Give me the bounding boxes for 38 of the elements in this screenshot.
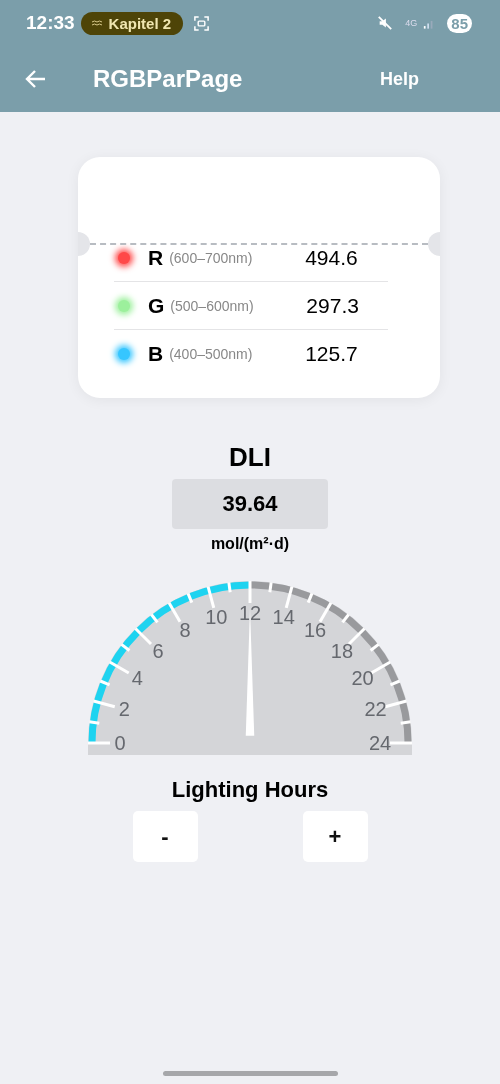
scale-label: 6 — [152, 640, 164, 663]
wavelength-range: (500–600nm) — [170, 297, 255, 314]
channel-letter: B — [148, 341, 164, 366]
scale-label: 24 — [368, 732, 392, 754]
scale-label: 10 — [205, 606, 228, 629]
scale-label: 14 — [272, 606, 295, 629]
scale-label: 22 — [364, 698, 387, 721]
scale-label: 16 — [303, 619, 327, 642]
card-notch — [78, 232, 90, 256]
status-time: 12:33 — [26, 12, 75, 34]
dli-unit: mol/(m²·d) — [210, 535, 290, 553]
dli-value: 39.64 — [172, 479, 328, 529]
wavelength-range: (400–500nm) — [169, 345, 254, 362]
channel-value: 125.7 — [305, 341, 358, 366]
scale-label: 4 — [131, 667, 143, 689]
wavelength-range: (600–700nm) — [169, 249, 254, 266]
channel-letter: R — [148, 245, 164, 270]
media-pill[interactable]: Kapitel 2 — [80, 11, 184, 35]
book-icon — [90, 19, 103, 27]
page-title: RGBParPage — [93, 65, 244, 93]
channel-value: 494.6 — [305, 245, 358, 270]
screenshot-icon — [193, 14, 211, 32]
battery-level: 85 — [447, 13, 472, 33]
scale-label: 2 — [118, 698, 130, 721]
mute-icon — [377, 15, 394, 31]
scale-label: 12 — [238, 602, 262, 624]
network-label: 4G — [405, 18, 418, 28]
scale-label: 20 — [351, 667, 374, 689]
step-button[interactable]: + — [302, 811, 368, 862]
scale-label: 0 — [114, 732, 126, 754]
channel-letter: G — [148, 293, 165, 318]
scale-label: 8 — [179, 619, 191, 642]
channel-value: 297.3 — [306, 293, 359, 318]
dli-title: DLI — [229, 442, 271, 473]
card-notch — [428, 232, 440, 256]
lighting-hours-label: Lighting Hours — [171, 777, 329, 803]
step-button[interactable]: - — [132, 811, 198, 862]
scale-label: 18 — [330, 640, 354, 663]
